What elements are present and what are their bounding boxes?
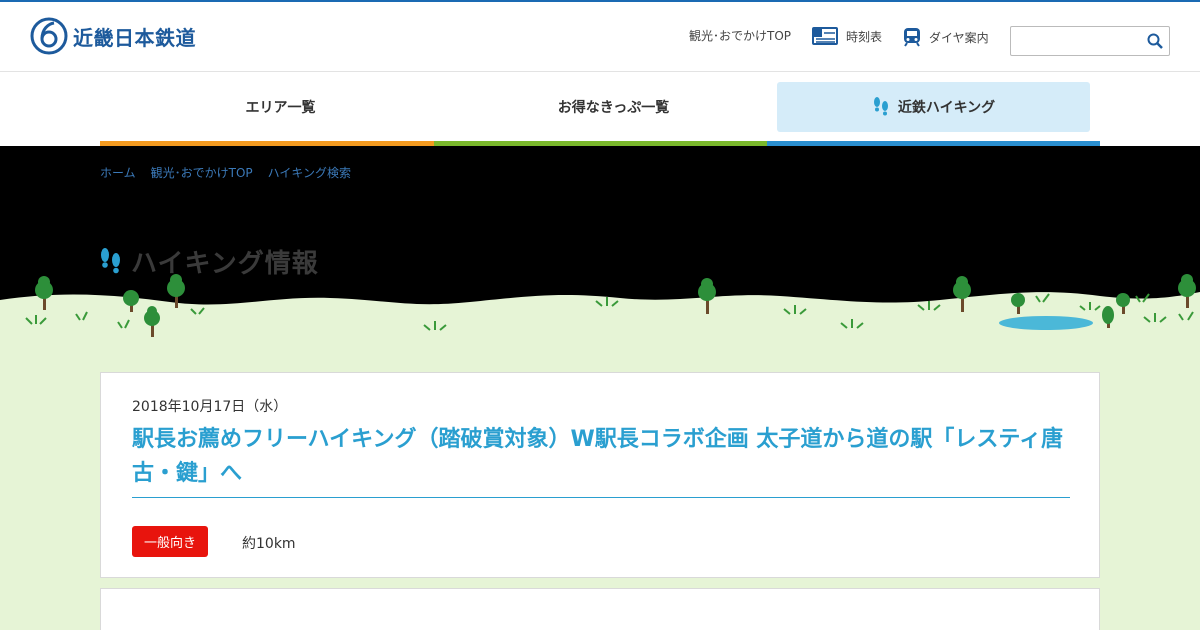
footprints-icon (101, 247, 120, 273)
page-title-text: ハイキング情報 (131, 249, 319, 279)
logo-text: 近畿日本鉄道 (73, 25, 196, 50)
timetable-link[interactable]: 時刻表 (812, 27, 882, 45)
main-navigation: エリア一覧 お得なきっぷ一覧 近鉄ハイキング (0, 73, 1200, 146)
event-date: 2018年10月17日（水） (132, 399, 288, 415)
nav-discount-tickets[interactable]: お得なきっぷ一覧 (457, 82, 770, 132)
timetable-icon (812, 27, 838, 45)
nav-area-list-label: エリア一覧 (245, 100, 316, 116)
diagram-info-label: ダイヤ案内 (929, 30, 989, 45)
sightseeing-top-label: 観光･おでかけTOP (689, 29, 792, 43)
kintetsu-logo-icon (30, 17, 68, 55)
nav-hiking[interactable]: 近鉄ハイキング (777, 82, 1090, 132)
site-header: 近畿日本鉄道 観光･おでかけTOP 時刻表 ダイヤ案内 (0, 2, 1200, 72)
difficulty-badge: 一般向き (132, 526, 208, 557)
search-box (1010, 26, 1170, 56)
search-icon[interactable] (1147, 33, 1163, 49)
kintetsu-logo[interactable]: 近畿日本鉄道 (30, 17, 196, 55)
sightseeing-top-link[interactable]: 観光･おでかけTOP (689, 27, 791, 44)
breadcrumb-hiking-search[interactable]: ハイキング検索 (268, 164, 351, 181)
hiking-hero: ホーム 観光･おでかけTOP ハイキング検索 ハイキング情報 2018年10月1… (0, 146, 1200, 630)
footprints-icon (873, 97, 888, 116)
breadcrumb-sightseeing-top[interactable]: 観光･おでかけTOP (151, 164, 253, 181)
train-icon (904, 28, 920, 47)
event-detail-card (100, 588, 1100, 630)
event-distance: 約10km (242, 536, 296, 552)
diagram-info-link[interactable]: ダイヤ案内 (903, 27, 989, 47)
nav-hiking-label: 近鉄ハイキング (897, 100, 996, 116)
event-card: 2018年10月17日（水） 駅長お薦めフリーハイキング（踏破賞対象）W駅長コラ… (100, 372, 1100, 578)
nav-area-list[interactable]: エリア一覧 (124, 82, 437, 132)
event-title: 駅長お薦めフリーハイキング（踏破賞対象）W駅長コラボ企画 太子道から道の駅「レス… (132, 423, 1070, 498)
breadcrumb-home[interactable]: ホーム (100, 164, 136, 181)
page-title: ハイキング情報 (99, 243, 319, 280)
nav-discount-tickets-label: お得なきっぷ一覧 (557, 100, 670, 116)
search-input[interactable] (1011, 27, 1141, 55)
timetable-label: 時刻表 (846, 29, 883, 44)
breadcrumb: ホーム 観光･おでかけTOP ハイキング検索 (100, 164, 366, 181)
